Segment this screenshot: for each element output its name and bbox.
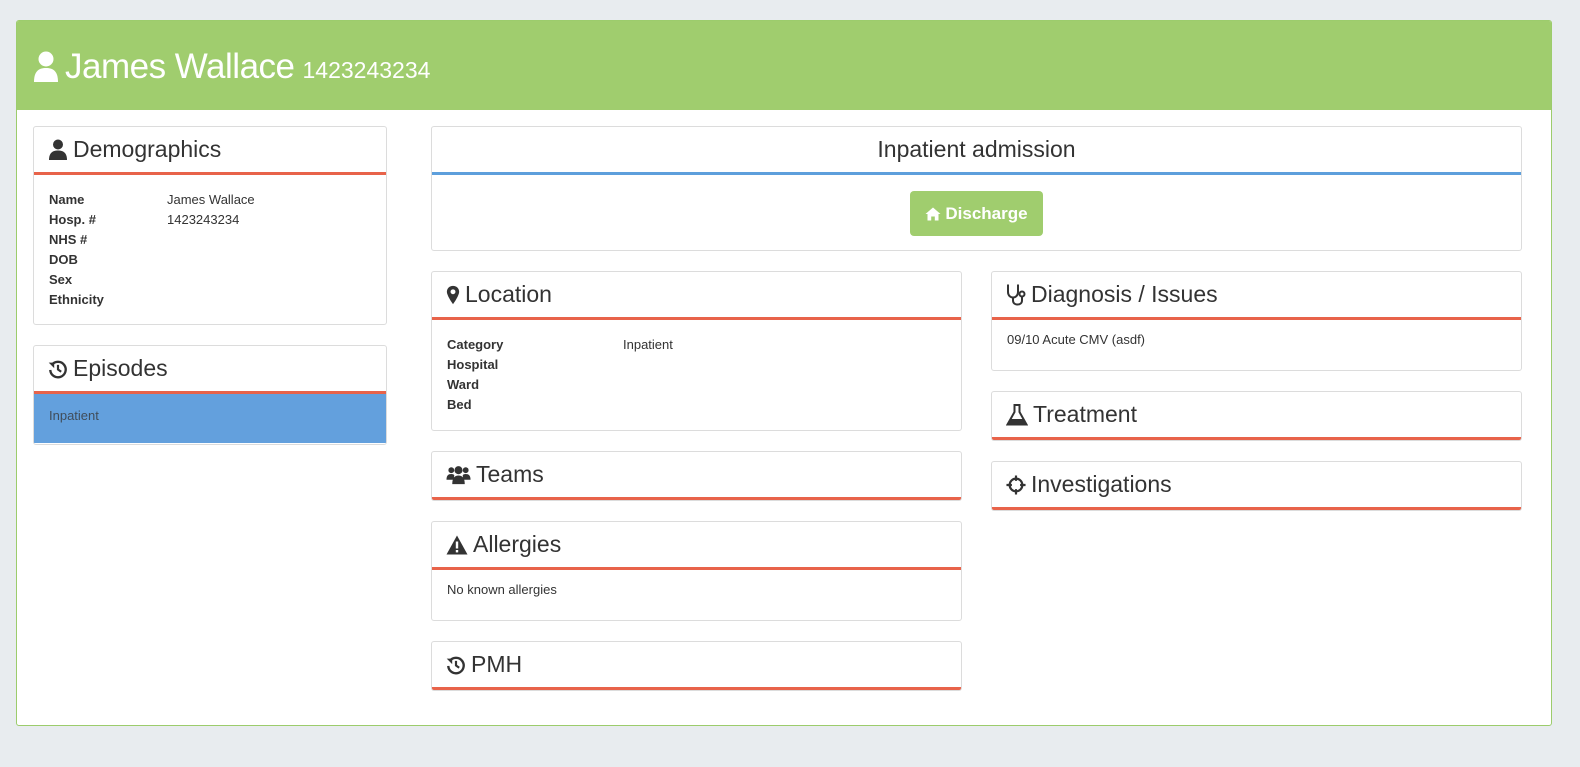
- teams-panel: Teams: [431, 451, 962, 501]
- patient-hosp-number: 1423243234: [302, 57, 431, 83]
- diagnosis-title: Diagnosis / Issues: [1031, 281, 1218, 307]
- diagnosis-body: 09/10 Acute CMV (asdf): [992, 320, 1521, 361]
- demo-label: DOB: [49, 251, 78, 267]
- home-icon: [925, 207, 941, 220]
- teams-heading: Teams: [432, 452, 961, 500]
- admission-panel: Inpatient admission Discharge: [431, 126, 1522, 251]
- location-label: Ward: [447, 376, 480, 392]
- location-label: Bed: [447, 396, 472, 412]
- location-title: Location: [465, 281, 552, 307]
- demo-label: NHS #: [49, 231, 88, 247]
- demo-row-hosp: Hosp. # 1423243234: [49, 209, 371, 229]
- episode-item[interactable]: Inpatient: [34, 394, 386, 443]
- map-marker-icon: [446, 285, 460, 304]
- pmh-panel: PMH: [431, 641, 962, 691]
- location-panel: Location Category Inpatient Hospital War…: [431, 271, 962, 431]
- demo-label: Ethnicity: [49, 291, 104, 307]
- diagnosis-heading: Diagnosis / Issues: [992, 272, 1521, 320]
- location-row-ward: Ward: [447, 374, 946, 394]
- demo-value: 1423243234: [167, 211, 240, 227]
- investigations-title: Investigations: [1031, 471, 1172, 497]
- patient-detail-container: James Wallace 1423243234 Demographics Na…: [16, 20, 1552, 726]
- demo-row-ethnicity: Ethnicity: [49, 289, 371, 309]
- treatment-title: Treatment: [1033, 401, 1137, 427]
- history-icon: [48, 360, 67, 378]
- pmh-heading: PMH: [432, 642, 961, 690]
- flask-icon: [1006, 403, 1028, 425]
- users-icon: [446, 465, 471, 484]
- demo-row-nhs: NHS #: [49, 229, 371, 249]
- location-row-bed: Bed: [447, 394, 946, 414]
- treatment-heading: Treatment: [992, 392, 1521, 440]
- demo-label: Hosp. #: [49, 211, 96, 227]
- location-label: Hospital: [447, 356, 499, 372]
- treatment-panel: Treatment: [991, 391, 1522, 441]
- episodes-title: Episodes: [73, 355, 168, 381]
- episodes-heading: Episodes: [34, 346, 386, 394]
- history-icon: [446, 656, 465, 674]
- demographics-panel: Demographics Name James Wallace Hosp. # …: [33, 126, 387, 325]
- investigations-panel: Investigations: [991, 461, 1522, 511]
- demographics-body: Name James Wallace Hosp. # 1423243234 NH…: [34, 175, 386, 323]
- patient-name: James Wallace: [65, 46, 295, 86]
- diagnosis-panel: Diagnosis / Issues 09/10 Acute CMV (asdf…: [991, 271, 1522, 371]
- location-heading: Location: [432, 272, 961, 320]
- demo-row-name: Name James Wallace: [49, 189, 371, 209]
- diagnosis-item[interactable]: 09/10 Acute CMV (asdf): [1007, 332, 1506, 347]
- demo-label: Sex: [49, 271, 73, 287]
- demographics-title: Demographics: [73, 136, 222, 162]
- location-row-category: Category Inpatient: [447, 334, 946, 354]
- allergies-title: Allergies: [473, 531, 562, 557]
- demo-row-sex: Sex: [49, 269, 371, 289]
- admission-heading: Inpatient admission: [432, 127, 1521, 175]
- allergies-body: No known allergies: [432, 570, 961, 611]
- pmh-title: PMH: [471, 651, 523, 677]
- demo-row-dob: DOB: [49, 249, 371, 269]
- location-body: Category Inpatient Hospital Ward Bed: [432, 320, 961, 428]
- warning-icon: [446, 535, 468, 554]
- teams-title: Teams: [476, 461, 544, 487]
- allergies-text: No known allergies: [447, 582, 557, 597]
- admission-title: Inpatient admission: [877, 136, 1076, 162]
- allergies-heading: Allergies: [432, 522, 961, 570]
- demographics-heading: Demographics: [34, 127, 386, 175]
- user-icon: [49, 139, 67, 160]
- episodes-panel: Episodes Inpatient: [33, 345, 387, 445]
- discharge-button[interactable]: Discharge: [910, 191, 1043, 236]
- patient-header: James Wallace 1423243234: [17, 21, 1551, 110]
- discharge-label: Discharge: [945, 203, 1028, 223]
- crosshairs-icon: [1006, 474, 1026, 495]
- investigations-heading: Investigations: [992, 462, 1521, 510]
- stethoscope-icon: [1007, 284, 1026, 306]
- location-row-hospital: Hospital: [447, 354, 946, 374]
- location-label: Category: [447, 336, 504, 352]
- user-icon: [34, 51, 58, 82]
- demo-value: James Wallace: [167, 191, 255, 207]
- location-value: Inpatient: [623, 336, 673, 352]
- demo-label: Name: [49, 191, 85, 207]
- allergies-panel: Allergies No known allergies: [431, 521, 962, 621]
